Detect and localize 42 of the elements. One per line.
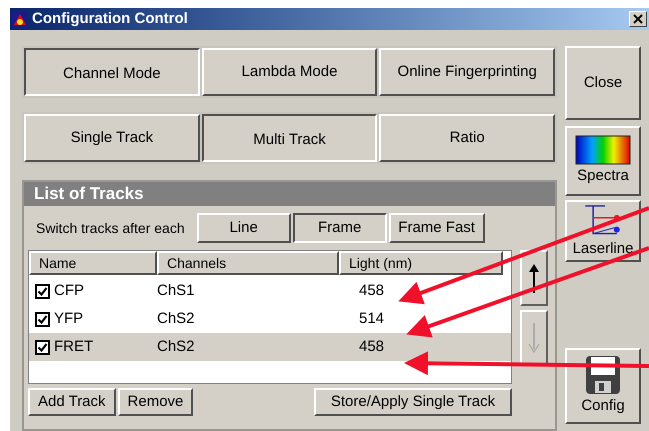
option-button[interactable]: Frame [292, 213, 387, 243]
action-button[interactable]: Remove [118, 388, 194, 416]
option-button[interactable]: Frame Fast [388, 213, 485, 243]
column-header: Name [29, 251, 157, 275]
action-button[interactable]: Add Track [28, 388, 116, 416]
close-icon[interactable] [629, 11, 647, 27]
action-button[interactable]: Store/Apply Single Track [314, 388, 512, 416]
column-header: Channels [157, 251, 339, 275]
table-cell-text: ChS1 [157, 280, 196, 301]
checkbox[interactable] [35, 284, 50, 298]
tab[interactable]: Online Fingerprinting [379, 48, 556, 96]
table-cell-text: ChS2 [157, 336, 196, 357]
table-row[interactable]: YFP ChS2 514 [29, 305, 511, 333]
table-cell-text: 514 [358, 308, 386, 329]
table-cell-text: 458 [358, 280, 386, 301]
side-button[interactable]: Config [565, 348, 641, 424]
table-cell-text: ChS2 [157, 308, 196, 329]
tab[interactable]: Multi Track [202, 114, 378, 162]
spectrum-icon [575, 134, 631, 165]
table-cell-text: YFP [54, 308, 84, 329]
tab[interactable]: Ratio [379, 114, 556, 162]
table-cell-text: CFP [54, 280, 85, 301]
table-cell-text: 458 [358, 336, 386, 357]
option-button[interactable]: Line [196, 213, 291, 243]
up-arrow-icon [528, 263, 540, 293]
table-cell-text: FRET [54, 336, 94, 357]
checkbox[interactable] [35, 340, 50, 354]
app-icon [12, 11, 28, 27]
window-title: Configuration Control [32, 8, 189, 29]
side-button[interactable]: Laserline [565, 200, 641, 262]
table-row[interactable]: FRET ChS2 458 [29, 333, 511, 361]
side-button[interactable]: Spectra [565, 126, 641, 196]
checkbox[interactable] [35, 312, 50, 326]
tab[interactable]: Lambda Mode [202, 48, 378, 96]
side-button[interactable]: Close [565, 46, 641, 120]
panel-header: List of Tracks [24, 182, 555, 206]
switch-label: Switch tracks after each [36, 218, 185, 238]
tab[interactable]: Channel Mode [24, 48, 200, 96]
tab[interactable]: Single Track [24, 114, 200, 162]
down-arrow-icon [528, 323, 540, 353]
table-row[interactable]: CFP ChS1 458 [29, 277, 511, 305]
column-header: Light (nm) [339, 251, 503, 275]
